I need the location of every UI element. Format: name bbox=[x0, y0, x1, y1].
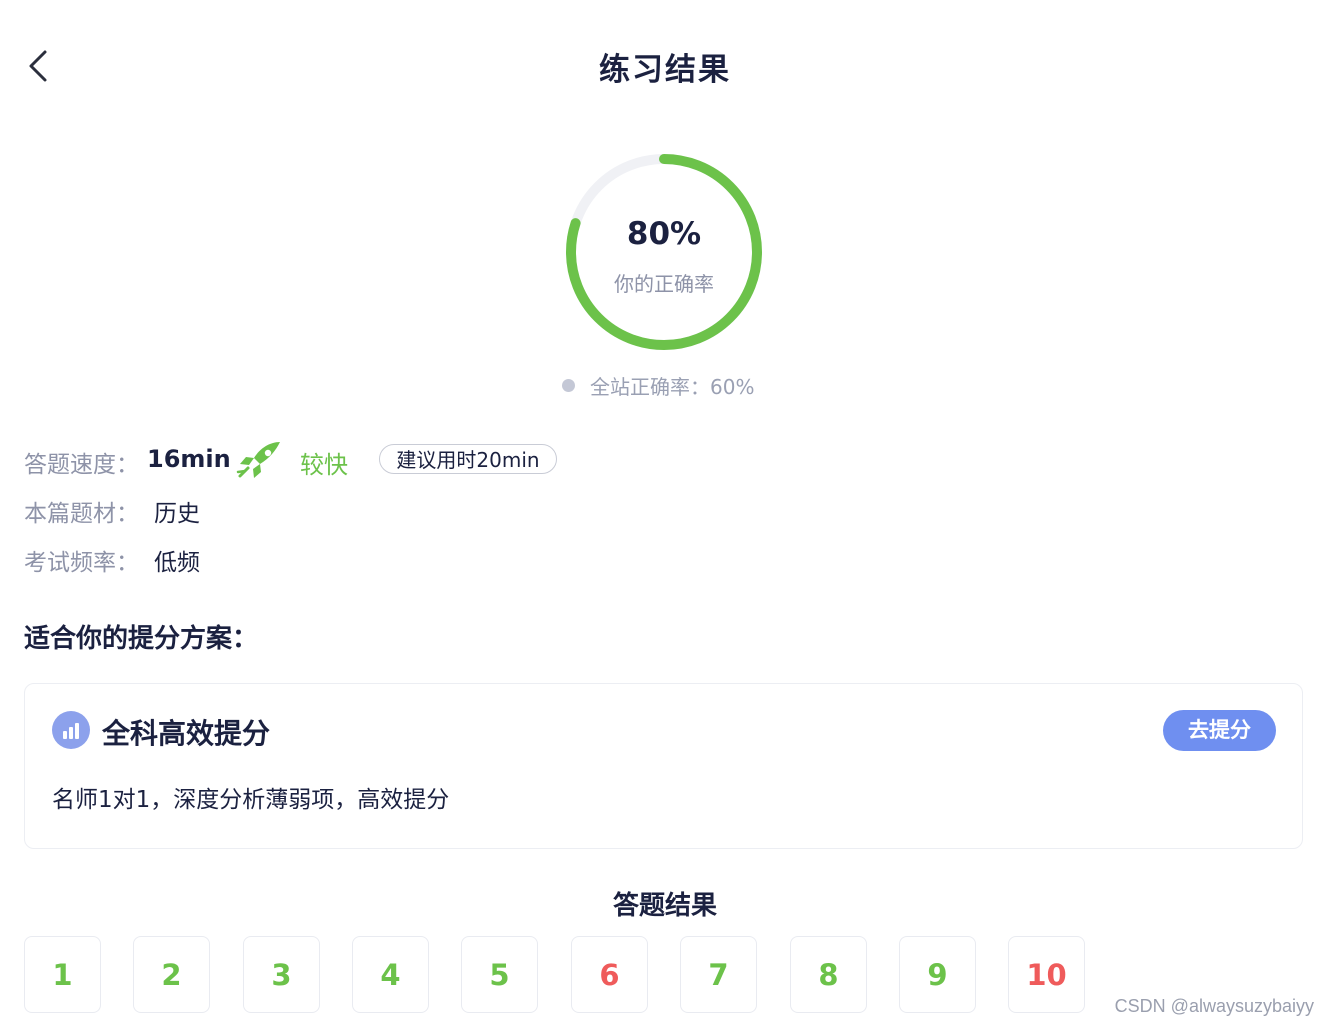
question-item[interactable]: 3 bbox=[243, 936, 320, 1013]
question-item[interactable]: 5 bbox=[461, 936, 538, 1013]
question-number: 5 bbox=[489, 957, 510, 992]
question-number: 8 bbox=[818, 957, 839, 992]
watermark: CSDN @alwaysuzybaiyy bbox=[1114, 996, 1314, 1016]
plan-card-description: 名师1对1，深度分析薄弱项，高效提分 bbox=[52, 787, 450, 813]
question-item[interactable]: 6 bbox=[571, 936, 648, 1013]
site-accuracy-dot bbox=[562, 379, 575, 392]
accuracy-ring bbox=[566, 154, 762, 350]
speed-label: 答题速度： bbox=[24, 452, 139, 478]
speed-rating: 较快 bbox=[300, 451, 348, 479]
improve-score-button[interactable]: 去提分 bbox=[1163, 710, 1276, 751]
question-number: 3 bbox=[271, 957, 292, 992]
suggested-time-badge: 建议用时20min bbox=[379, 444, 557, 474]
question-item[interactable]: 1 bbox=[24, 936, 101, 1013]
frequency-label: 考试频率： bbox=[24, 550, 139, 576]
plan-section-title: 适合你的提分方案： bbox=[24, 624, 259, 654]
question-number: 10 bbox=[1026, 957, 1067, 992]
question-item[interactable]: 2 bbox=[133, 936, 210, 1013]
question-number: 1 bbox=[52, 957, 73, 992]
frequency-value: 低频 bbox=[154, 550, 200, 576]
question-item[interactable]: 10 bbox=[1008, 936, 1085, 1013]
site-accuracy: 全站正确率：60% bbox=[562, 371, 754, 400]
question-item[interactable]: 4 bbox=[352, 936, 429, 1013]
plan-card bbox=[24, 683, 1303, 849]
question-item[interactable]: 7 bbox=[680, 936, 757, 1013]
site-accuracy-text: 全站正确率：60% bbox=[590, 375, 755, 399]
bar-chart-icon bbox=[52, 711, 90, 749]
question-number: 4 bbox=[380, 957, 401, 992]
question-number: 9 bbox=[927, 957, 948, 992]
accuracy-value: 80% bbox=[626, 216, 702, 252]
topic-label: 本篇题材： bbox=[24, 501, 139, 527]
question-item[interactable]: 8 bbox=[790, 936, 867, 1013]
question-item[interactable]: 9 bbox=[899, 936, 976, 1013]
page-title: 练习结果 bbox=[599, 52, 731, 88]
answers-title: 答题结果 bbox=[612, 891, 717, 921]
plan-card-title: 全科高效提分 bbox=[102, 717, 271, 750]
speed-value: 16min bbox=[147, 445, 231, 473]
rocket-icon bbox=[236, 442, 280, 478]
accuracy-label: 你的正确率 bbox=[614, 272, 714, 296]
topic-value: 历史 bbox=[154, 501, 200, 527]
question-number: 2 bbox=[161, 957, 182, 992]
question-number: 6 bbox=[599, 957, 620, 992]
question-number: 7 bbox=[708, 957, 729, 992]
